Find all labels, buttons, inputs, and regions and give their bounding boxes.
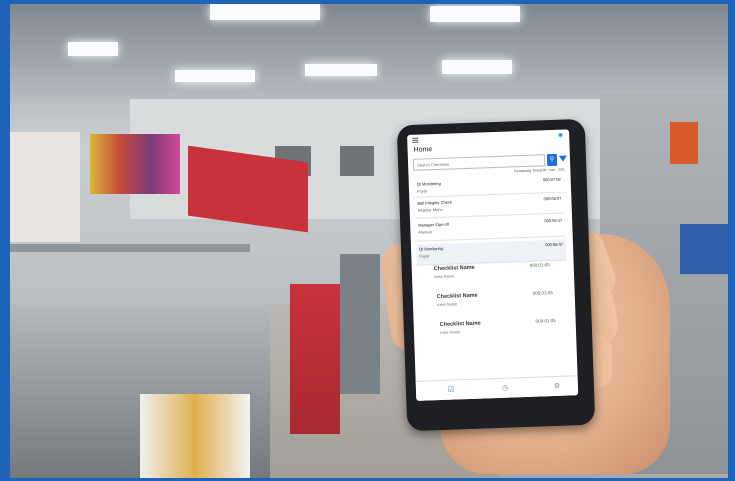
ceiling-light <box>210 4 320 20</box>
task-name: Bell Integrity Check <box>417 199 452 206</box>
smartphone: ◉ Home Search Checklists ⚲ Remaining Tim… <box>396 118 596 432</box>
checklist-area: Area Name <box>439 329 461 335</box>
ceiling-light <box>442 60 512 74</box>
bottom-nav: ☑ ◷ ⚙ <box>415 375 579 401</box>
checklist-area: Area Name <box>433 273 455 280</box>
ceiling-light <box>175 70 255 82</box>
task-name: QI Monitoring <box>418 245 444 252</box>
checklist-area: Area Name <box>436 301 458 308</box>
colorful-boxes <box>90 134 180 194</box>
search-button[interactable]: ⚲ <box>546 153 558 167</box>
red-trays <box>290 284 340 434</box>
task-area: Regular Menu <box>417 206 443 213</box>
wall-monitor <box>340 146 374 176</box>
task-name: Manager Sign-off <box>418 221 449 228</box>
task-area: Foyer <box>416 188 428 194</box>
checklist-tab-icon[interactable]: ☑ <box>448 386 455 394</box>
history-tab-icon[interactable]: ◷ <box>502 384 508 392</box>
orange-sign <box>670 122 698 164</box>
ceiling-light <box>68 42 118 56</box>
task-area: Manual <box>418 229 432 235</box>
filter-icon[interactable] <box>558 155 568 162</box>
task-time: 000:08:47 <box>544 217 563 224</box>
cups-stack <box>140 394 250 478</box>
checklist-name[interactable]: Checklist Name <box>440 321 481 328</box>
shelf <box>10 244 250 252</box>
task-row[interactable]: Bell Integrity Check 000:08:07 Regular M… <box>414 193 565 219</box>
task-row[interactable]: Manager Sign-off 000:08:47 Manual <box>415 215 566 242</box>
task-time: 000:07:08 <box>542 176 561 183</box>
phone-screen: ◉ Home Search Checklists ⚲ Remaining Tim… <box>407 129 579 401</box>
blue-container <box>680 224 728 274</box>
checklist-time: 000:01:05 <box>535 317 556 324</box>
ceiling-light <box>305 64 377 76</box>
wifi-icon: ◉ <box>557 132 564 139</box>
checklist-name[interactable]: Checklist Name <box>434 265 475 272</box>
checklist-time: 000:01:05 <box>529 262 550 268</box>
image-frame: ◉ Home Search Checklists ⚲ Remaining Tim… <box>0 0 735 481</box>
ceiling-light <box>430 6 520 22</box>
shelf-box-stack <box>10 132 80 242</box>
task-area: Foyer <box>419 253 430 259</box>
page-title: Home <box>413 146 433 154</box>
task-time: 000:08:07 <box>543 195 562 202</box>
status-bar: ◉ <box>407 129 569 145</box>
task-time: 000:08:47 <box>545 241 564 248</box>
kitchen-photo: ◉ Home Search Checklists ⚲ Remaining Tim… <box>10 4 728 478</box>
checklist-name[interactable]: Checklist Name <box>437 293 478 300</box>
settings-tab-icon[interactable]: ⚙ <box>554 382 561 390</box>
remaining-time-label: Remaining Time(HH : mm : SS) <box>513 167 565 174</box>
menu-icon[interactable] <box>412 137 419 143</box>
rack <box>340 254 380 394</box>
task-name: QI Monitoring <box>416 180 441 187</box>
checklist-time: 000:01:05 <box>532 290 553 296</box>
